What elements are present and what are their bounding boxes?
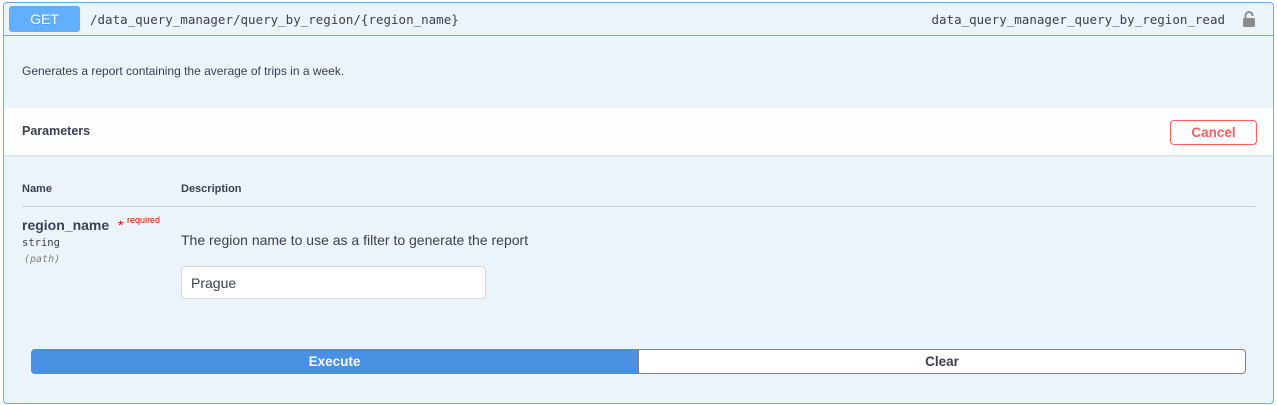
column-header-description: Description <box>181 183 242 195</box>
operation-id: data_query_manager_query_by_region_read <box>931 12 1226 27</box>
column-header-name: Name <box>22 183 52 195</box>
parameters-header: Parameters Cancel <box>4 108 1273 155</box>
parameter-location: (path) <box>24 254 61 265</box>
parameter-name: region_name <box>22 217 110 233</box>
execute-wrapper: Execute Clear <box>31 349 1246 374</box>
column-divider <box>22 206 1255 207</box>
parameter-type: string <box>22 237 60 249</box>
required-star: * <box>118 217 124 233</box>
execute-button[interactable]: Execute <box>31 349 638 374</box>
operation-description: Generates a report containing the averag… <box>22 64 345 78</box>
parameter-description: The region name to use as a filter to ge… <box>181 232 529 248</box>
lock-icon[interactable] <box>1242 10 1256 28</box>
parameters-title: Parameters <box>22 124 91 138</box>
operation-block: GET /data_query_manager/query_by_region/… <box>3 2 1274 404</box>
http-method-badge: GET <box>9 6 80 32</box>
endpoint-path: /data_query_manager/query_by_region/{reg… <box>90 12 459 27</box>
operation-summary[interactable]: GET /data_query_manager/query_by_region/… <box>4 3 1273 36</box>
region-name-input[interactable] <box>181 266 486 299</box>
required-label: required <box>127 215 161 225</box>
cancel-button[interactable]: Cancel <box>1170 120 1257 145</box>
clear-button[interactable]: Clear <box>638 349 1246 374</box>
